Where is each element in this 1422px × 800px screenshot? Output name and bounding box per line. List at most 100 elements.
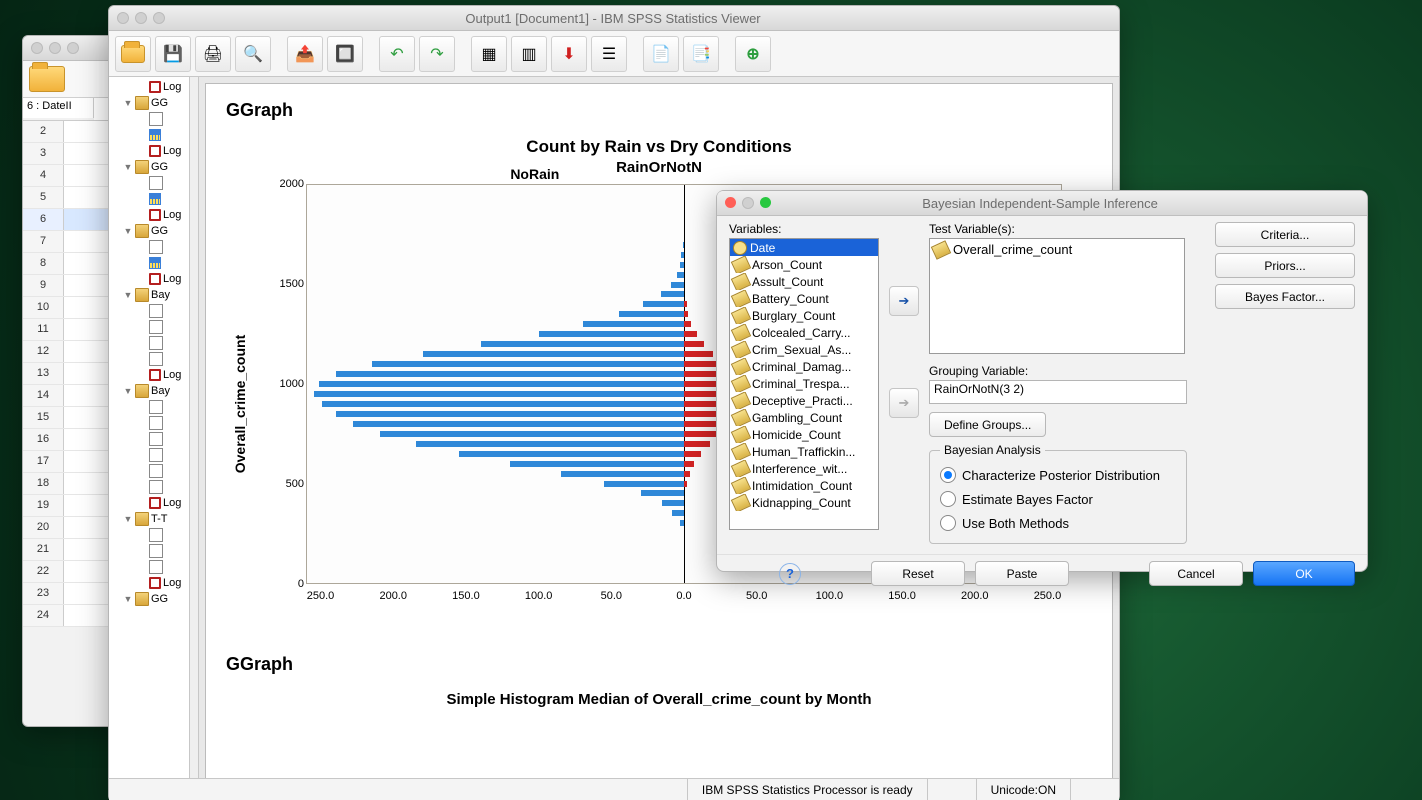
traffic-zoom-icon[interactable] (153, 12, 165, 24)
outline-item[interactable]: ▼Bay (109, 287, 189, 303)
outline-item[interactable] (109, 127, 189, 143)
output-outline[interactable]: Log▼GGLog▼GGLog▼GGLog▼BayLog▼BayLog▼T-TL… (109, 77, 190, 782)
designate-button[interactable]: 📑 (683, 36, 719, 72)
traffic-zoom-icon[interactable] (760, 197, 771, 208)
outline-item[interactable] (109, 399, 189, 415)
outline-item[interactable]: Log (109, 575, 189, 591)
help-button[interactable]: ? (779, 563, 801, 585)
criteria-button[interactable]: Criteria... (1215, 222, 1355, 247)
list-item[interactable]: Date (730, 239, 878, 256)
outline-item[interactable]: Log (109, 79, 189, 95)
traffic-close-icon[interactable] (117, 12, 129, 24)
list-item[interactable]: Homicide_Count (730, 426, 878, 443)
outline-scrollbar[interactable] (190, 77, 199, 782)
goto-case-button[interactable]: ▥ (511, 36, 547, 72)
outline-item[interactable]: ▼T-T (109, 511, 189, 527)
paste-button[interactable]: Paste (975, 561, 1069, 586)
define-groups-button[interactable]: Define Groups... (929, 412, 1046, 437)
radio-1[interactable]: Estimate Bayes Factor (940, 487, 1176, 511)
outline-item[interactable] (109, 191, 189, 207)
move-to-test-button[interactable]: ➔ (889, 286, 919, 316)
radio-2[interactable]: Use Both Methods (940, 511, 1176, 535)
list-item[interactable]: Colcealed_Carry... (730, 324, 878, 341)
insert-button[interactable]: ⬇ (551, 36, 587, 72)
outline-item[interactable] (109, 351, 189, 367)
outline-item[interactable] (109, 527, 189, 543)
select-last-button[interactable]: 📄 (643, 36, 679, 72)
list-item[interactable]: Burglary_Count (730, 307, 878, 324)
print-preview-button[interactable]: 🔍 (235, 36, 271, 72)
save-button[interactable]: 💾 (155, 36, 191, 72)
traffic-close-icon[interactable] (31, 42, 43, 54)
outline-item[interactable] (109, 239, 189, 255)
note-icon (149, 528, 163, 542)
list-item[interactable]: Gambling_Count (730, 409, 878, 426)
list-item[interactable]: Deceptive_Practi... (730, 392, 878, 409)
outline-item[interactable]: ▼GG (109, 159, 189, 175)
outline-item[interactable] (109, 431, 189, 447)
priors-button[interactable]: Priors... (1215, 253, 1355, 278)
outline-item[interactable] (109, 543, 189, 559)
list-item[interactable]: Intimidation_Count (730, 477, 878, 494)
undo-button[interactable]: ↶ (379, 36, 415, 72)
outline-item[interactable] (109, 175, 189, 191)
dialog-recall-button[interactable]: 🔲 (327, 36, 363, 72)
list-item[interactable]: Assult_Count (730, 273, 878, 290)
add-button[interactable]: ⊕ (735, 36, 771, 72)
list-item[interactable]: Arson_Count (730, 256, 878, 273)
outline-item[interactable] (109, 415, 189, 431)
traffic-min-icon[interactable] (49, 42, 61, 54)
outline-item[interactable]: Log (109, 367, 189, 383)
undo-icon: ↶ (390, 44, 403, 64)
outline-item[interactable]: Log (109, 271, 189, 287)
radio-0[interactable]: Characterize Posterior Distribution (940, 463, 1176, 487)
chart-icon (149, 129, 161, 141)
outline-item[interactable]: Log (109, 495, 189, 511)
outline-item[interactable] (109, 559, 189, 575)
outline-item[interactable]: Log (109, 207, 189, 223)
list-item[interactable]: Kidnapping_Count (730, 494, 878, 511)
open-button[interactable] (115, 36, 151, 72)
redo-button[interactable]: ↷ (419, 36, 455, 72)
outline-item[interactable]: Log (109, 143, 189, 159)
traffic-min-icon[interactable] (742, 197, 754, 209)
traffic-zoom-icon[interactable] (67, 42, 79, 54)
outline-item[interactable] (109, 447, 189, 463)
list-item[interactable]: Human_Traffickin... (730, 443, 878, 460)
variables-listbox[interactable]: DateArson_CountAssult_CountBattery_Count… (729, 238, 879, 530)
print-button[interactable]: 🖨 (195, 36, 231, 72)
outline-item[interactable] (109, 335, 189, 351)
traffic-close-icon[interactable] (725, 197, 736, 208)
bayes-factor-button[interactable]: Bayes Factor... (1215, 284, 1355, 309)
outline-item[interactable]: ▼Bay (109, 383, 189, 399)
list-item[interactable]: Interference_wit... (730, 460, 878, 477)
outline-item[interactable] (109, 255, 189, 271)
outline-item[interactable] (109, 463, 189, 479)
doc-star-icon: 📄 (651, 44, 671, 64)
outline-item[interactable] (109, 319, 189, 335)
list-item[interactable]: Crim_Sexual_As... (730, 341, 878, 358)
traffic-min-icon[interactable] (135, 12, 147, 24)
grouping-variable-label: Grouping Variable: (929, 364, 1187, 378)
list-item[interactable]: Battery_Count (730, 290, 878, 307)
reset-button[interactable]: Reset (871, 561, 965, 586)
export-button[interactable]: 📤 (287, 36, 323, 72)
move-to-grouping-button[interactable]: ➔ (889, 388, 919, 418)
outline-item[interactable] (109, 303, 189, 319)
list-item[interactable]: Criminal_Trespa... (730, 375, 878, 392)
ok-button[interactable]: OK (1253, 561, 1355, 586)
cancel-button[interactable]: Cancel (1149, 561, 1243, 586)
test-variables-listbox[interactable]: Overall_crime_count (929, 238, 1185, 354)
outline-item[interactable]: ▼GG (109, 223, 189, 239)
outline-item[interactable]: ▼GG (109, 95, 189, 111)
book-icon (135, 288, 149, 302)
grouping-variable-field[interactable]: RainOrNotN(3 2) (929, 380, 1187, 404)
goto-data-button[interactable]: ▦ (471, 36, 507, 72)
outline-item[interactable] (109, 111, 189, 127)
outline-item[interactable] (109, 479, 189, 495)
outline-item[interactable]: ▼GG (109, 591, 189, 607)
chart-icon (149, 257, 161, 269)
list-item[interactable]: Criminal_Damag... (730, 358, 878, 375)
variables-button[interactable]: ☰ (591, 36, 627, 72)
open-file-icon[interactable] (29, 66, 65, 92)
